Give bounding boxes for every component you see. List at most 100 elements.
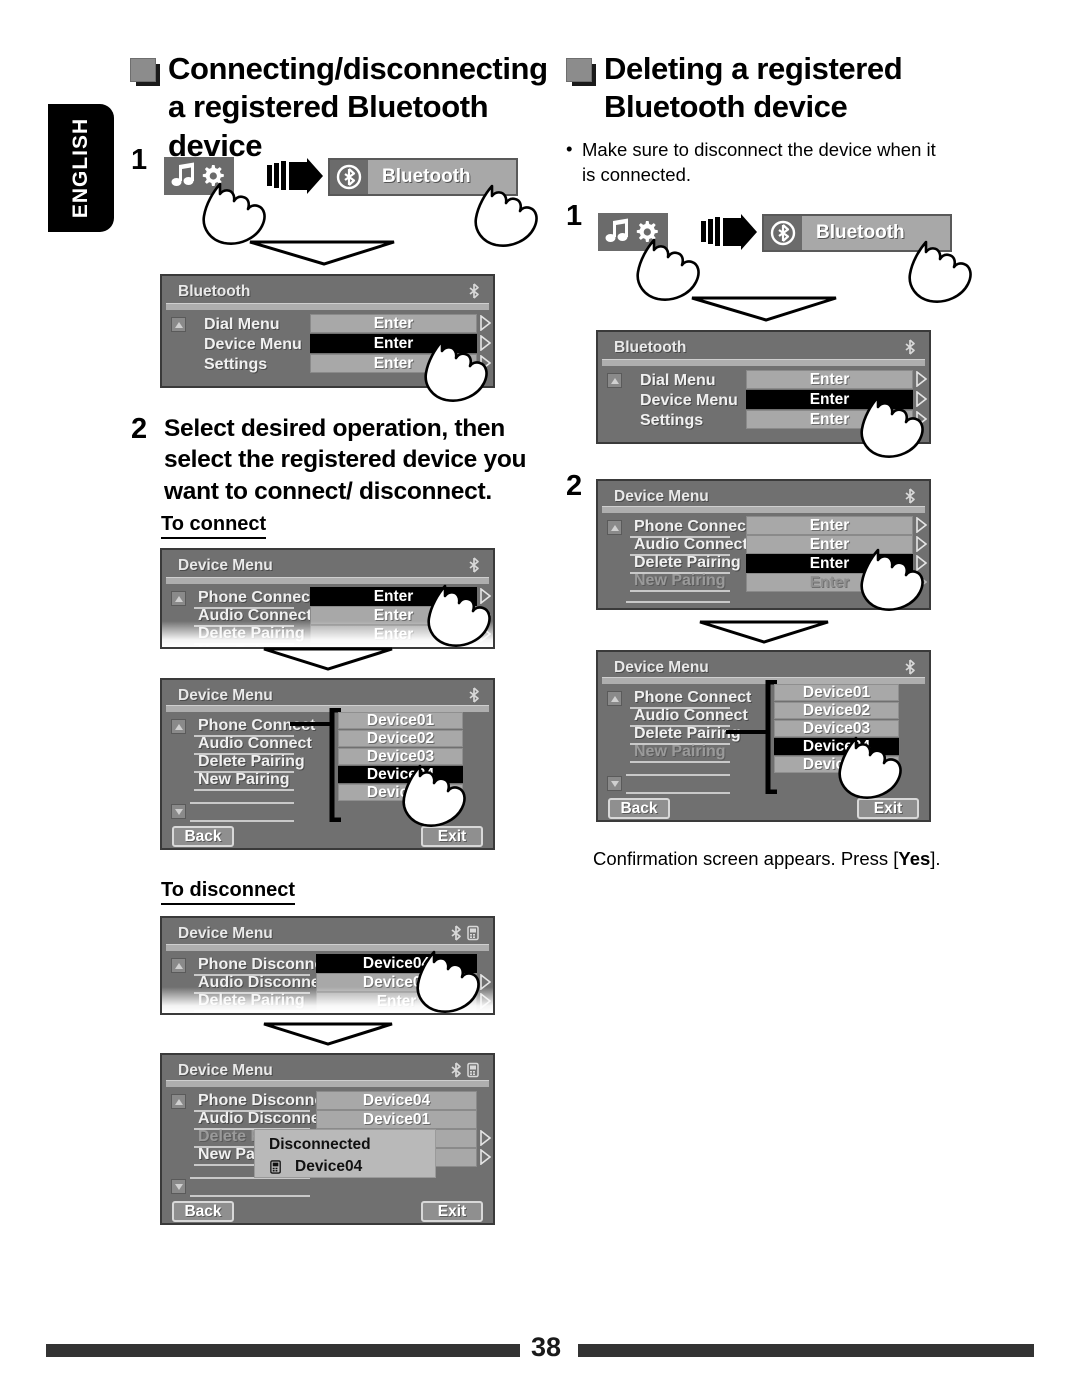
flow-chevron-icon	[691, 296, 837, 322]
chevron-right-icon	[480, 1149, 491, 1165]
device-list-item[interactable]: Device02	[774, 702, 899, 719]
back-button[interactable]: Back	[608, 798, 670, 819]
flow-chevron-icon	[263, 647, 393, 671]
menu-label: Settings	[640, 412, 704, 429]
menu-label: Delete Pairing	[634, 554, 741, 571]
device-list-item-selected[interactable]: Device04	[774, 738, 899, 755]
value-button[interactable]: Enter	[310, 354, 477, 373]
menu-label: Phone Connect	[634, 518, 752, 535]
language-tab-label: ENGLISH	[69, 117, 92, 219]
exit-button[interactable]: Exit	[421, 826, 483, 847]
note-bullet: •	[566, 138, 573, 159]
chevron-right-icon	[916, 555, 927, 571]
left-bluetooth-screen: Bluetooth Dial Menu Device Menu Settings…	[160, 274, 495, 388]
subheading-to-disconnect: To disconnect	[161, 879, 296, 905]
menu-label: New Pairing	[634, 743, 726, 760]
screen-status-icons	[449, 1062, 481, 1078]
chevron-right-icon	[916, 517, 927, 533]
language-tab: ENGLISH	[48, 104, 114, 232]
menu-label: Device Menu	[640, 392, 738, 409]
menu-label: Delete Pairing	[198, 753, 305, 770]
phone-icon	[467, 925, 479, 941]
flow-chevron-icon	[249, 240, 395, 266]
bluetooth-pill-right[interactable]: Bluetooth	[762, 214, 952, 252]
music-settings-icon	[605, 218, 658, 242]
device-list-item[interactable]: Device02	[338, 730, 463, 747]
music-settings-icon-button-right[interactable]	[598, 213, 668, 251]
scroll-down-arrow[interactable]	[171, 804, 186, 819]
bluetooth-icon	[469, 687, 479, 703]
device-list-item[interactable]: Device03	[774, 720, 899, 737]
scroll-up-arrow[interactable]	[171, 317, 186, 332]
confirmation-emphasis: Yes	[898, 848, 931, 869]
value-button[interactable]: Device04	[316, 1091, 477, 1110]
back-button[interactable]: Back	[172, 826, 234, 847]
value-button[interactable]: Enter	[746, 410, 913, 429]
screen-status-icons	[467, 283, 481, 299]
menu-label: Settings	[204, 356, 268, 373]
scroll-down-arrow[interactable]	[171, 1179, 186, 1194]
exit-button[interactable]: Exit	[857, 798, 919, 819]
bluetooth-pill-left[interactable]: Bluetooth	[328, 158, 518, 196]
scroll-up-arrow[interactable]	[607, 691, 622, 706]
screen-title: Device Menu	[614, 659, 709, 676]
value-button[interactable]: Enter	[746, 516, 913, 535]
left-step2-number: 2	[131, 413, 148, 445]
music-settings-icon-button-left[interactable]	[164, 157, 234, 195]
chevron-right-icon	[916, 574, 927, 590]
menu-label: New Pairing	[634, 572, 726, 589]
scroll-down-arrow[interactable]	[607, 776, 622, 791]
scroll-up-arrow[interactable]	[171, 719, 186, 734]
value-button-selected[interactable]: Enter	[746, 390, 913, 409]
stripe-arrow-icon	[267, 158, 323, 194]
confirmation-text: Confirmation screen appears. Press [Yes]…	[593, 847, 983, 872]
left-heading: Connecting/disconnecting a registered Bl…	[168, 51, 548, 163]
device-list-item[interactable]: Device01	[774, 684, 899, 701]
value-button-selected[interactable]: Enter	[310, 587, 477, 606]
confirmation-prefix: Confirmation screen appears. Press [	[593, 848, 899, 869]
screen-status-icons	[467, 557, 481, 573]
menu-label: New Pairing	[198, 771, 290, 788]
device-list-item[interactable]: Device03	[338, 748, 463, 765]
screen-title: Device Menu	[178, 557, 273, 574]
left-step1-number: 1	[131, 144, 148, 176]
device-list-item-selected[interactable]: Device04	[338, 766, 463, 783]
value-button-selected[interactable]: Enter	[746, 554, 913, 573]
value-button-selected[interactable]: Device04	[316, 954, 477, 973]
popup-device-name: Device04	[295, 1158, 363, 1175]
chevron-right-icon	[916, 411, 927, 427]
back-button[interactable]: Back	[172, 1201, 234, 1222]
device-list-item[interactable]: Device05	[774, 756, 899, 773]
connect-device-list-screen: Device Menu Phone Connect Audio Connect …	[160, 678, 495, 850]
scroll-up-arrow[interactable]	[171, 591, 186, 606]
value-button[interactable]: Enter	[746, 535, 913, 554]
chevron-right-icon	[916, 536, 927, 552]
phone-icon	[467, 1062, 479, 1078]
phone-icon	[270, 1160, 281, 1174]
scroll-up-arrow[interactable]	[607, 373, 622, 388]
value-button[interactable]: Enter	[310, 314, 477, 333]
value-button-selected[interactable]: Enter	[310, 334, 477, 353]
menu-label: Audio Connect	[634, 536, 748, 553]
device-list-item[interactable]: Device01	[338, 712, 463, 729]
bluetooth-icon	[330, 160, 368, 194]
disconnected-popup: Disconnected Device04	[254, 1129, 436, 1178]
scroll-up-arrow[interactable]	[171, 1094, 186, 1109]
heading-bullet-left	[130, 58, 156, 82]
bluetooth-icon	[451, 925, 461, 941]
confirmation-suffix: ].	[930, 848, 941, 869]
scroll-up-arrow[interactable]	[607, 520, 622, 535]
chevron-right-icon	[480, 355, 491, 371]
menu-label: Dial Menu	[640, 372, 716, 389]
scroll-up-arrow[interactable]	[171, 958, 186, 973]
chevron-right-icon	[480, 335, 491, 351]
bluetooth-icon	[764, 216, 802, 250]
device-list-item[interactable]: Device05	[338, 784, 463, 801]
value-button[interactable]: Enter	[746, 370, 913, 389]
value-button[interactable]: Device01	[316, 1110, 477, 1129]
exit-button[interactable]: Exit	[421, 1201, 483, 1222]
delete-device-list-screen: Device Menu Phone Connect Audio Connect …	[596, 650, 931, 822]
screen-title: Device Menu	[178, 687, 273, 704]
menu-label: Audio Connect	[634, 707, 748, 724]
subheading-to-connect: To connect	[161, 513, 267, 539]
